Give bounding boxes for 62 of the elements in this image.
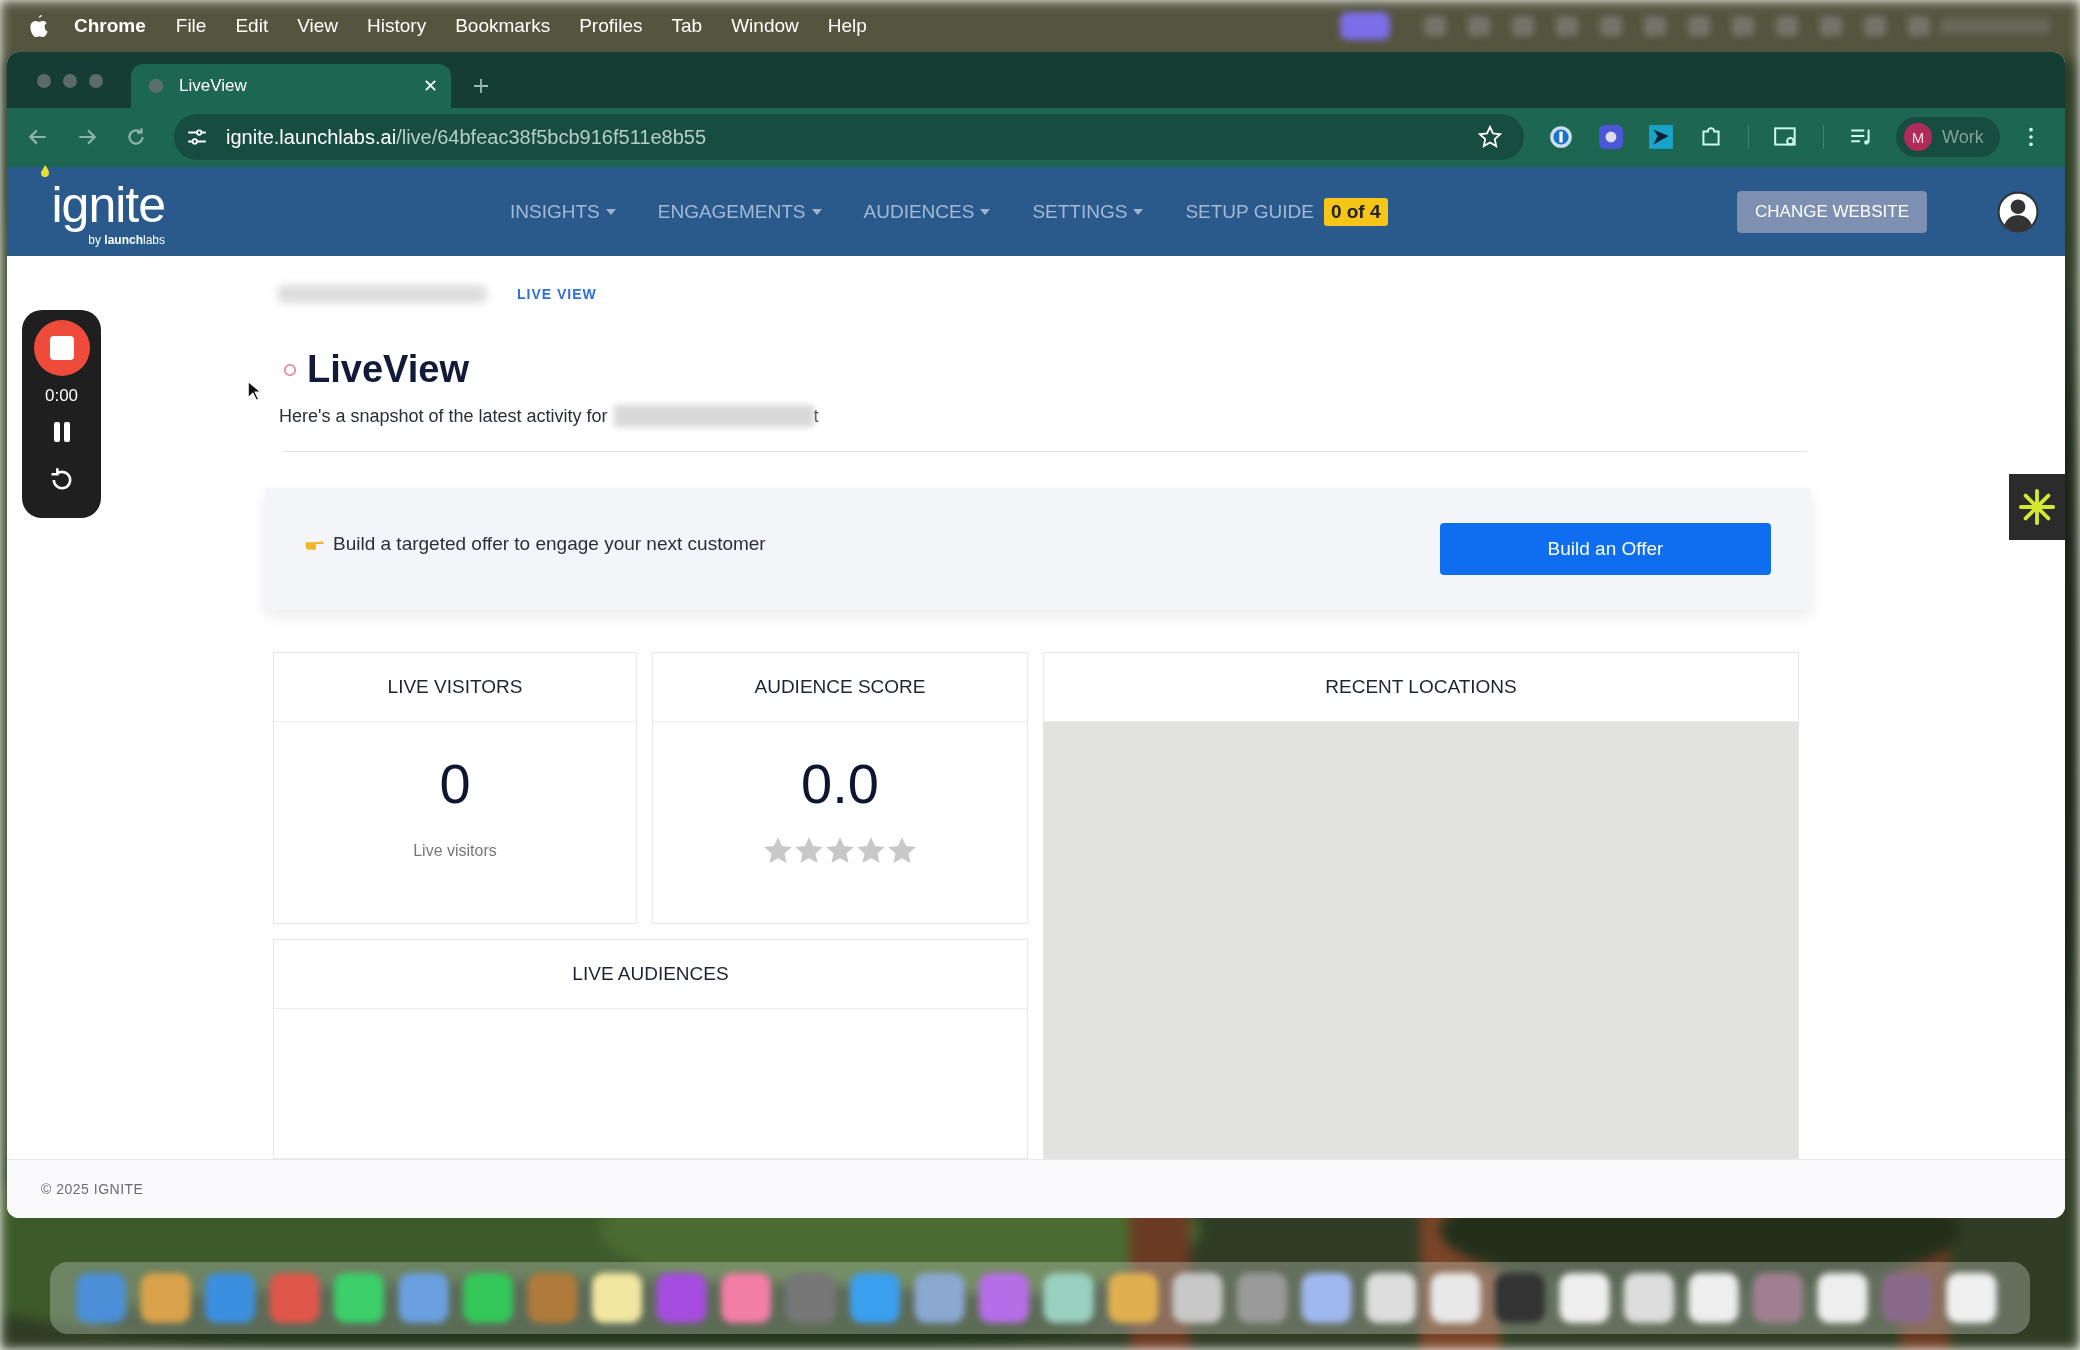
nav-menu-item[interactable]: SETUP GUIDE 0 of 4 bbox=[1185, 197, 1388, 226]
more-icon[interactable] bbox=[2027, 126, 2034, 149]
new-tab-icon[interactable] bbox=[473, 77, 489, 94]
globe-icon bbox=[147, 76, 165, 95]
status-circle-icon bbox=[283, 362, 297, 377]
menu-item[interactable]: History bbox=[367, 15, 427, 37]
menu-app-name[interactable]: Chrome bbox=[74, 15, 146, 37]
menu-item[interactable]: Tab bbox=[671, 15, 703, 37]
password-extension-icon[interactable] bbox=[1548, 124, 1574, 151]
nav-label: ENGAGEMENTS bbox=[657, 200, 806, 223]
pause-icon[interactable] bbox=[51, 420, 72, 445]
play-extension-icon[interactable] bbox=[1648, 124, 1674, 151]
profile-button[interactable]: M Work bbox=[1896, 117, 2000, 158]
side-widget[interactable] bbox=[2009, 474, 2065, 541]
nav-label: SETUP GUIDE bbox=[1185, 200, 1314, 223]
close-icon[interactable] bbox=[424, 79, 437, 93]
nav-menu-item[interactable]: AUDIENCES bbox=[863, 197, 991, 226]
build-offer-button[interactable]: Build an Offer bbox=[1440, 523, 1771, 576]
address-bar[interactable]: ignite.launchlabs.ai/live/64bfeac38f5bcb916f511e8b55 bbox=[174, 114, 1524, 161]
apple-logo-icon[interactable] bbox=[28, 14, 48, 38]
page-subtitle: Here's a snapshot of the latest activity for bbox=[279, 405, 608, 427]
recording-time: 0:00 bbox=[44, 386, 79, 407]
star-icon[interactable] bbox=[1478, 125, 1502, 150]
profile-label: Work bbox=[1942, 127, 1984, 148]
caret-icon bbox=[1133, 208, 1144, 215]
caret-icon bbox=[811, 208, 822, 215]
offer-text: Build a targeted offer to engage your next customer bbox=[333, 533, 766, 556]
menu-item[interactable]: File bbox=[175, 15, 207, 37]
nav-menu-item[interactable]: SETTINGS bbox=[1032, 197, 1144, 226]
card-title: AUDIENCE SCORE bbox=[754, 676, 926, 699]
profile-avatar: M bbox=[1904, 123, 1932, 152]
card-title: RECENT LOCATIONS bbox=[1325, 676, 1517, 699]
caret-icon bbox=[605, 208, 616, 215]
visitor-count: 0 bbox=[439, 752, 471, 817]
menu-item[interactable]: Edit bbox=[235, 15, 269, 37]
menu-item[interactable]: View bbox=[297, 15, 338, 37]
page-title: LiveView bbox=[307, 348, 469, 392]
user-avatar-icon[interactable] bbox=[1997, 190, 2039, 233]
url-text: ignite.launchlabs.ai/live/64bfeac38f5bcb916f511e8b55 bbox=[226, 126, 708, 149]
menu-item[interactable]: Bookmarks bbox=[455, 15, 551, 37]
score-value: 0.0 bbox=[801, 752, 879, 817]
menu-item[interactable]: Profiles bbox=[579, 15, 643, 37]
menu-item[interactable]: Window bbox=[731, 15, 799, 37]
card-title: LIVE AUDIENCES bbox=[572, 963, 729, 986]
asterisk-icon bbox=[2018, 488, 2056, 527]
menu-item[interactable]: Help bbox=[827, 15, 867, 37]
nav-label: INSIGHTS bbox=[510, 200, 600, 223]
card-caption: Live visitors bbox=[413, 842, 497, 861]
browser-tab[interactable]: LiveView bbox=[131, 63, 451, 108]
copyright-text: © 2025 IGNITE bbox=[41, 1181, 144, 1198]
card-title: LIVE VISITORS bbox=[387, 676, 523, 699]
nav-label: SETTINGS bbox=[1032, 200, 1128, 223]
nav-label: AUDIENCES bbox=[863, 200, 975, 223]
breadcrumb-current[interactable]: LIVE VIEW bbox=[517, 286, 597, 303]
cursor-icon bbox=[247, 380, 261, 403]
tab-title: LiveView bbox=[179, 75, 248, 96]
progress-badge: 0 of 4 bbox=[1323, 197, 1388, 226]
logo-byline: by launchlabs bbox=[88, 232, 165, 247]
nav-menu-item[interactable]: INSIGHTS bbox=[510, 197, 616, 226]
nav-menu-item[interactable]: ENGAGEMENTS bbox=[657, 197, 822, 226]
caret-icon bbox=[980, 208, 991, 215]
subtitle-tail: t bbox=[813, 405, 819, 427]
